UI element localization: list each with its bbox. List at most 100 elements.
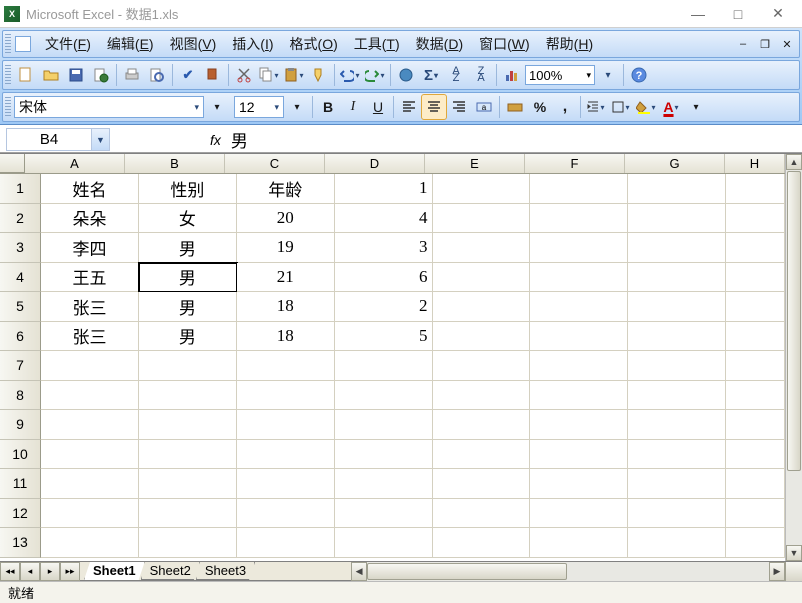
cell-H5[interactable] [726, 292, 785, 322]
cell-E1[interactable] [433, 174, 531, 204]
undo-icon[interactable] [338, 63, 362, 87]
row-header-10[interactable]: 10 [0, 440, 41, 470]
cell-E3[interactable] [433, 233, 531, 263]
font-name-combo[interactable]: 宋体▾ [14, 96, 204, 118]
mdi-minimize-button[interactable]: – [734, 36, 752, 52]
comma-icon[interactable]: , [553, 95, 577, 119]
zoom-combo[interactable]: 100%▾ [525, 65, 595, 85]
tab-nav-next-button[interactable]: ▸ [40, 562, 60, 581]
cell-G1[interactable] [628, 174, 726, 204]
cell-F10[interactable] [530, 440, 628, 470]
menu-o[interactable]: 格式(O) [282, 32, 346, 56]
sheet-tab-sheet1[interactable]: Sheet1 [84, 562, 145, 580]
cell-D5[interactable]: 2 [335, 292, 433, 322]
align-right-icon[interactable] [447, 95, 471, 119]
column-header-E[interactable]: E [425, 154, 525, 173]
cell-H2[interactable] [726, 204, 785, 234]
window-maximize-button[interactable]: □ [718, 2, 758, 26]
cell-H3[interactable] [726, 233, 785, 263]
grid[interactable]: ABCDEFGH 1姓名性别年龄12朵朵女2043李四男1934王五男2165张… [0, 154, 785, 561]
cell-F7[interactable] [530, 351, 628, 381]
cell-E13[interactable] [433, 528, 531, 558]
cell-B5[interactable]: 男 [139, 292, 237, 322]
column-header-A[interactable]: A [25, 154, 125, 173]
cell-G8[interactable] [628, 381, 726, 411]
menu-i[interactable]: 插入(I) [224, 32, 281, 56]
cell-B12[interactable] [139, 499, 237, 529]
cell-G6[interactable] [628, 322, 726, 352]
cell-E12[interactable] [433, 499, 531, 529]
autosum-icon[interactable]: Σ [419, 63, 443, 87]
cell-H13[interactable] [726, 528, 785, 558]
sheet-tab-sheet3[interactable]: Sheet3 [196, 562, 255, 580]
cell-B3[interactable]: 男 [139, 233, 237, 263]
fill-color-icon[interactable] [634, 95, 658, 119]
cell-G9[interactable] [628, 410, 726, 440]
cell-A10[interactable] [41, 440, 139, 470]
scroll-right-button[interactable]: ▶ [769, 562, 785, 581]
cell-E5[interactable] [433, 292, 531, 322]
menu-w[interactable]: 窗口(W) [471, 32, 538, 56]
cell-G4[interactable] [628, 263, 726, 293]
paste-icon[interactable] [282, 63, 306, 87]
cell-H10[interactable] [726, 440, 785, 470]
redo-icon[interactable] [363, 63, 387, 87]
menu-d[interactable]: 数据(D) [408, 32, 471, 56]
cell-B13[interactable] [139, 528, 237, 558]
chart-wizard-icon[interactable] [500, 63, 524, 87]
cell-D7[interactable] [335, 351, 433, 381]
cell-D2[interactable]: 4 [335, 204, 433, 234]
cell-C4[interactable]: 21 [237, 263, 335, 293]
merge-center-icon[interactable]: a [472, 95, 496, 119]
cell-B2[interactable]: 女 [139, 204, 237, 234]
cell-B8[interactable] [139, 381, 237, 411]
column-header-H[interactable]: H [725, 154, 785, 173]
sort-asc-icon[interactable]: AZ [444, 63, 468, 87]
vertical-scrollbar[interactable]: ▲ ▼ [785, 154, 802, 561]
column-header-F[interactable]: F [525, 154, 625, 173]
underline-icon[interactable]: U [366, 95, 390, 119]
row-header-9[interactable]: 9 [0, 410, 41, 440]
mdi-restore-button[interactable]: ❐ [756, 36, 774, 52]
column-header-C[interactable]: C [225, 154, 325, 173]
fx-label[interactable]: fx [210, 132, 221, 148]
cell-G7[interactable] [628, 351, 726, 381]
cell-E9[interactable] [433, 410, 531, 440]
cell-A9[interactable] [41, 410, 139, 440]
cell-F3[interactable] [530, 233, 628, 263]
cell-E6[interactable] [433, 322, 531, 352]
print-preview-icon[interactable] [145, 63, 169, 87]
tab-nav-last-button[interactable]: ▸▸ [60, 562, 80, 581]
window-close-button[interactable]: ✕ [758, 2, 798, 26]
cell-A2[interactable]: 朵朵 [41, 204, 139, 234]
cell-E11[interactable] [433, 469, 531, 499]
cell-D10[interactable] [335, 440, 433, 470]
cell-H4[interactable] [726, 263, 785, 293]
cell-F12[interactable] [530, 499, 628, 529]
name-box[interactable]: B4 ▼ [6, 128, 110, 151]
bold-icon[interactable]: B [316, 95, 340, 119]
cell-C12[interactable] [237, 499, 335, 529]
cell-C1[interactable]: 年龄 [237, 174, 335, 204]
align-center-icon[interactable] [422, 95, 446, 119]
mdi-close-button[interactable]: ✕ [778, 36, 796, 52]
menu-v[interactable]: 视图(V) [162, 32, 225, 56]
row-header-5[interactable]: 5 [0, 292, 41, 322]
toolbar-grip[interactable] [5, 65, 11, 85]
row-header-6[interactable]: 6 [0, 322, 41, 352]
new-icon[interactable] [14, 63, 38, 87]
toolbar-options-icon[interactable]: ▾ [596, 63, 620, 87]
cell-F2[interactable] [530, 204, 628, 234]
horizontal-scrollbar[interactable]: ◀ ▶ [351, 562, 785, 581]
cell-A3[interactable]: 李四 [41, 233, 139, 263]
scroll-left-button[interactable]: ◀ [351, 562, 367, 581]
cell-B1[interactable]: 性别 [139, 174, 237, 204]
cell-A7[interactable] [41, 351, 139, 381]
cell-D9[interactable] [335, 410, 433, 440]
cell-F11[interactable] [530, 469, 628, 499]
cell-F9[interactable] [530, 410, 628, 440]
cell-D1[interactable]: 1 [335, 174, 433, 204]
scroll-up-button[interactable]: ▲ [786, 154, 802, 170]
cell-G11[interactable] [628, 469, 726, 499]
cell-D8[interactable] [335, 381, 433, 411]
